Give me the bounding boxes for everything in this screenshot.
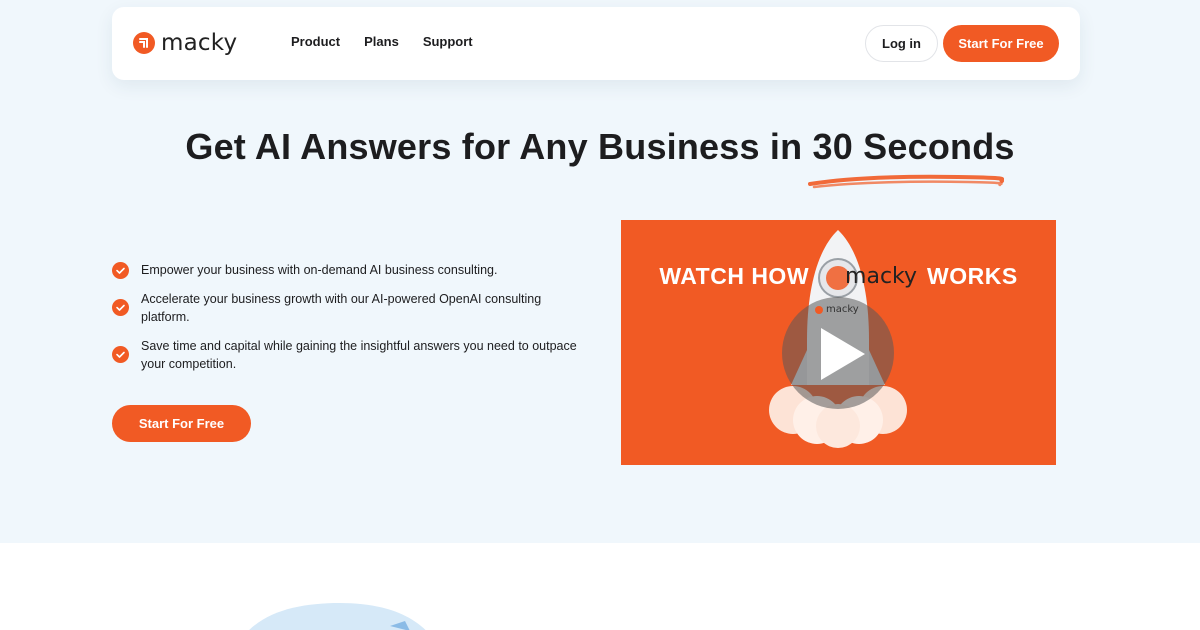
logo-text: macky [161, 30, 238, 56]
headline-underline-decoration [808, 174, 1004, 189]
macky-logo-icon [133, 32, 155, 54]
checkmark-icon [112, 299, 129, 316]
nav-link-product[interactable]: Product [291, 34, 340, 49]
login-button[interactable]: Log in [865, 25, 938, 62]
hero-section: macky Product Plans Support Log in Start… [0, 0, 1200, 543]
hero-start-free-button[interactable]: Start For Free [112, 405, 251, 442]
logo[interactable]: macky [133, 28, 237, 58]
lower-section [0, 543, 1200, 630]
nav-link-support[interactable]: Support [423, 34, 473, 49]
video-title-right: WORKS [927, 263, 1018, 289]
top-navbar: macky Product Plans Support Log in Start… [112, 7, 1080, 80]
video-title: WATCH HOW macky WORKS [621, 263, 1056, 290]
nav-start-free-button[interactable]: Start For Free [943, 25, 1059, 62]
feature-text: Accelerate your business growth with our… [141, 292, 542, 324]
checkmark-icon [112, 262, 129, 279]
nav-link-plans[interactable]: Plans [364, 34, 399, 49]
feature-text: Save time and capital while gaining the … [141, 339, 577, 371]
video-title-left: WATCH HOW [659, 263, 810, 289]
nav-links: Product Plans Support [291, 34, 473, 49]
video-thumbnail[interactable]: WATCH HOW macky WORKS macky [621, 220, 1056, 465]
feature-list: Empower your business with on-demand AI … [112, 261, 582, 384]
feature-item: Save time and capital while gaining the … [112, 337, 582, 373]
checkmark-icon [112, 346, 129, 363]
feature-item: Empower your business with on-demand AI … [112, 261, 582, 279]
feature-text: Empower your business with on-demand AI … [141, 263, 498, 277]
page-title: Get AI Answers for Any Business in 30 Se… [185, 126, 1015, 167]
globe-illustration [249, 603, 426, 630]
play-icon[interactable] [782, 297, 894, 409]
feature-item: Accelerate your business growth with our… [112, 290, 582, 326]
video-title-brand: macky [845, 264, 918, 289]
